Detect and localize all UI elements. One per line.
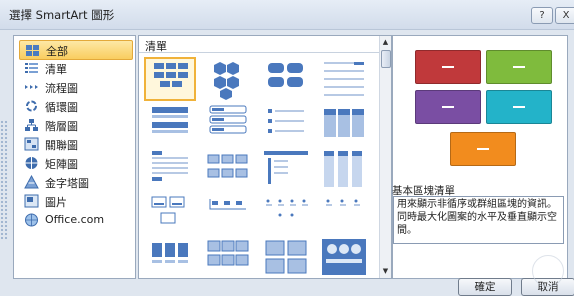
- category-item-hierarchy[interactable]: 階層圖: [19, 116, 131, 134]
- process-icon: [24, 80, 39, 94]
- gallery-scrollbar[interactable]: ▲ ▼: [379, 36, 391, 278]
- layout-gallery: 清單 ▲ ▼: [138, 35, 392, 279]
- layout-thumbnail-picture-accent[interactable]: [260, 235, 312, 278]
- layout-thumbnail-line-list[interactable]: [318, 57, 370, 101]
- layout-thumbnail-picture-grid[interactable]: [202, 235, 254, 278]
- category-label: 階層圖: [45, 120, 78, 133]
- preview-block: [450, 132, 516, 166]
- layout-description: 用來顯示非循序或群組區塊的資訊。同時最大化圖案的水平及垂直顯示空間。: [393, 196, 564, 244]
- layout-thumbnail-sparse-list[interactable]: [318, 191, 370, 235]
- help-button[interactable]: ?: [531, 7, 553, 24]
- category-item-relationship[interactable]: 關聯圖: [19, 135, 131, 153]
- close-button[interactable]: X: [555, 7, 574, 24]
- layout-thumbnail-horizontal-list[interactable]: [318, 103, 370, 147]
- category-item-list[interactable]: 清單: [19, 59, 131, 77]
- category-item-process[interactable]: 流程圖: [19, 78, 131, 96]
- layout-thumbnail-picture-strips[interactable]: [144, 235, 196, 278]
- category-label: 全部: [46, 45, 68, 58]
- layout-thumbnail-dot-list[interactable]: [260, 191, 312, 235]
- layout-thumbnail-bracket-list[interactable]: [202, 191, 254, 235]
- pyramid-icon: [24, 174, 39, 189]
- category-list: 全部 清單 流程圖 循環圖 階層圖 關聯圖 矩陣圖 金字塔圖 圖片 Office…: [13, 35, 136, 279]
- category-item-cycle[interactable]: 循環圖: [19, 97, 131, 115]
- category-label: 循環圖: [45, 101, 78, 114]
- preview-block: [415, 50, 481, 84]
- layout-thumbnail-tab-list[interactable]: [260, 147, 312, 191]
- layout-thumbnail-vertical-box-list[interactable]: [202, 103, 254, 147]
- scroll-thumb[interactable]: [381, 50, 391, 68]
- list-icon: [24, 61, 39, 75]
- title-bar: 選擇 SmartArt 圖形 ? X: [0, 0, 574, 30]
- scroll-down-arrow[interactable]: ▼: [380, 265, 391, 277]
- category-label: 流程圖: [45, 82, 78, 95]
- all-layouts-icon: [25, 43, 40, 57]
- background-dot-pattern: [0, 120, 8, 240]
- preview-block: [415, 90, 481, 124]
- layout-thumbnail-column-list[interactable]: [318, 147, 370, 191]
- layout-thumbnail-grid-boxes[interactable]: [202, 147, 254, 191]
- scroll-up-arrow[interactable]: ▲: [380, 36, 391, 48]
- layout-thumbnail-trapezoid-list[interactable]: [144, 147, 196, 191]
- picture-icon: [24, 194, 39, 208]
- matrix-icon: [24, 156, 39, 170]
- layout-thumbnail-hexagon-cluster[interactable]: [202, 57, 254, 101]
- layout-thumbnail-rounded-blocks[interactable]: [260, 57, 312, 101]
- layout-thumbnail-basic-block-list[interactable]: [144, 57, 196, 101]
- category-label: 關聯圖: [45, 139, 78, 152]
- layout-thumbnail-stacked-list[interactable]: [144, 103, 196, 147]
- layout-thumbnail-circle-picture[interactable]: [318, 235, 370, 278]
- gallery-divider: [139, 52, 379, 53]
- watermark-logo: [532, 255, 564, 287]
- category-item-pyramid[interactable]: 金字塔圖: [19, 173, 131, 191]
- office-com-icon: [24, 213, 39, 227]
- hierarchy-icon: [24, 118, 39, 132]
- category-item-matrix[interactable]: 矩陣圖: [19, 154, 131, 172]
- category-label: 圖片: [45, 196, 67, 209]
- category-item-all[interactable]: 全部: [19, 40, 133, 60]
- preview-block: [486, 90, 552, 124]
- category-label: Office.com: [45, 213, 105, 226]
- category-label: 矩陣圖: [45, 158, 78, 171]
- category-item-picture[interactable]: 圖片: [19, 192, 131, 210]
- ok-button[interactable]: 確定: [458, 278, 512, 296]
- category-item-office-com[interactable]: Office.com: [19, 211, 131, 229]
- category-label: 清單: [45, 63, 67, 76]
- layout-thumbnail-picture-caption[interactable]: [144, 191, 196, 235]
- layout-thumbnail-bullet-list[interactable]: [260, 103, 312, 147]
- category-label: 金字塔圖: [45, 177, 89, 190]
- preview-block: [486, 50, 552, 84]
- cycle-icon: [24, 99, 39, 113]
- relationship-icon: [24, 137, 39, 151]
- window-title: 選擇 SmartArt 圖形: [9, 8, 115, 22]
